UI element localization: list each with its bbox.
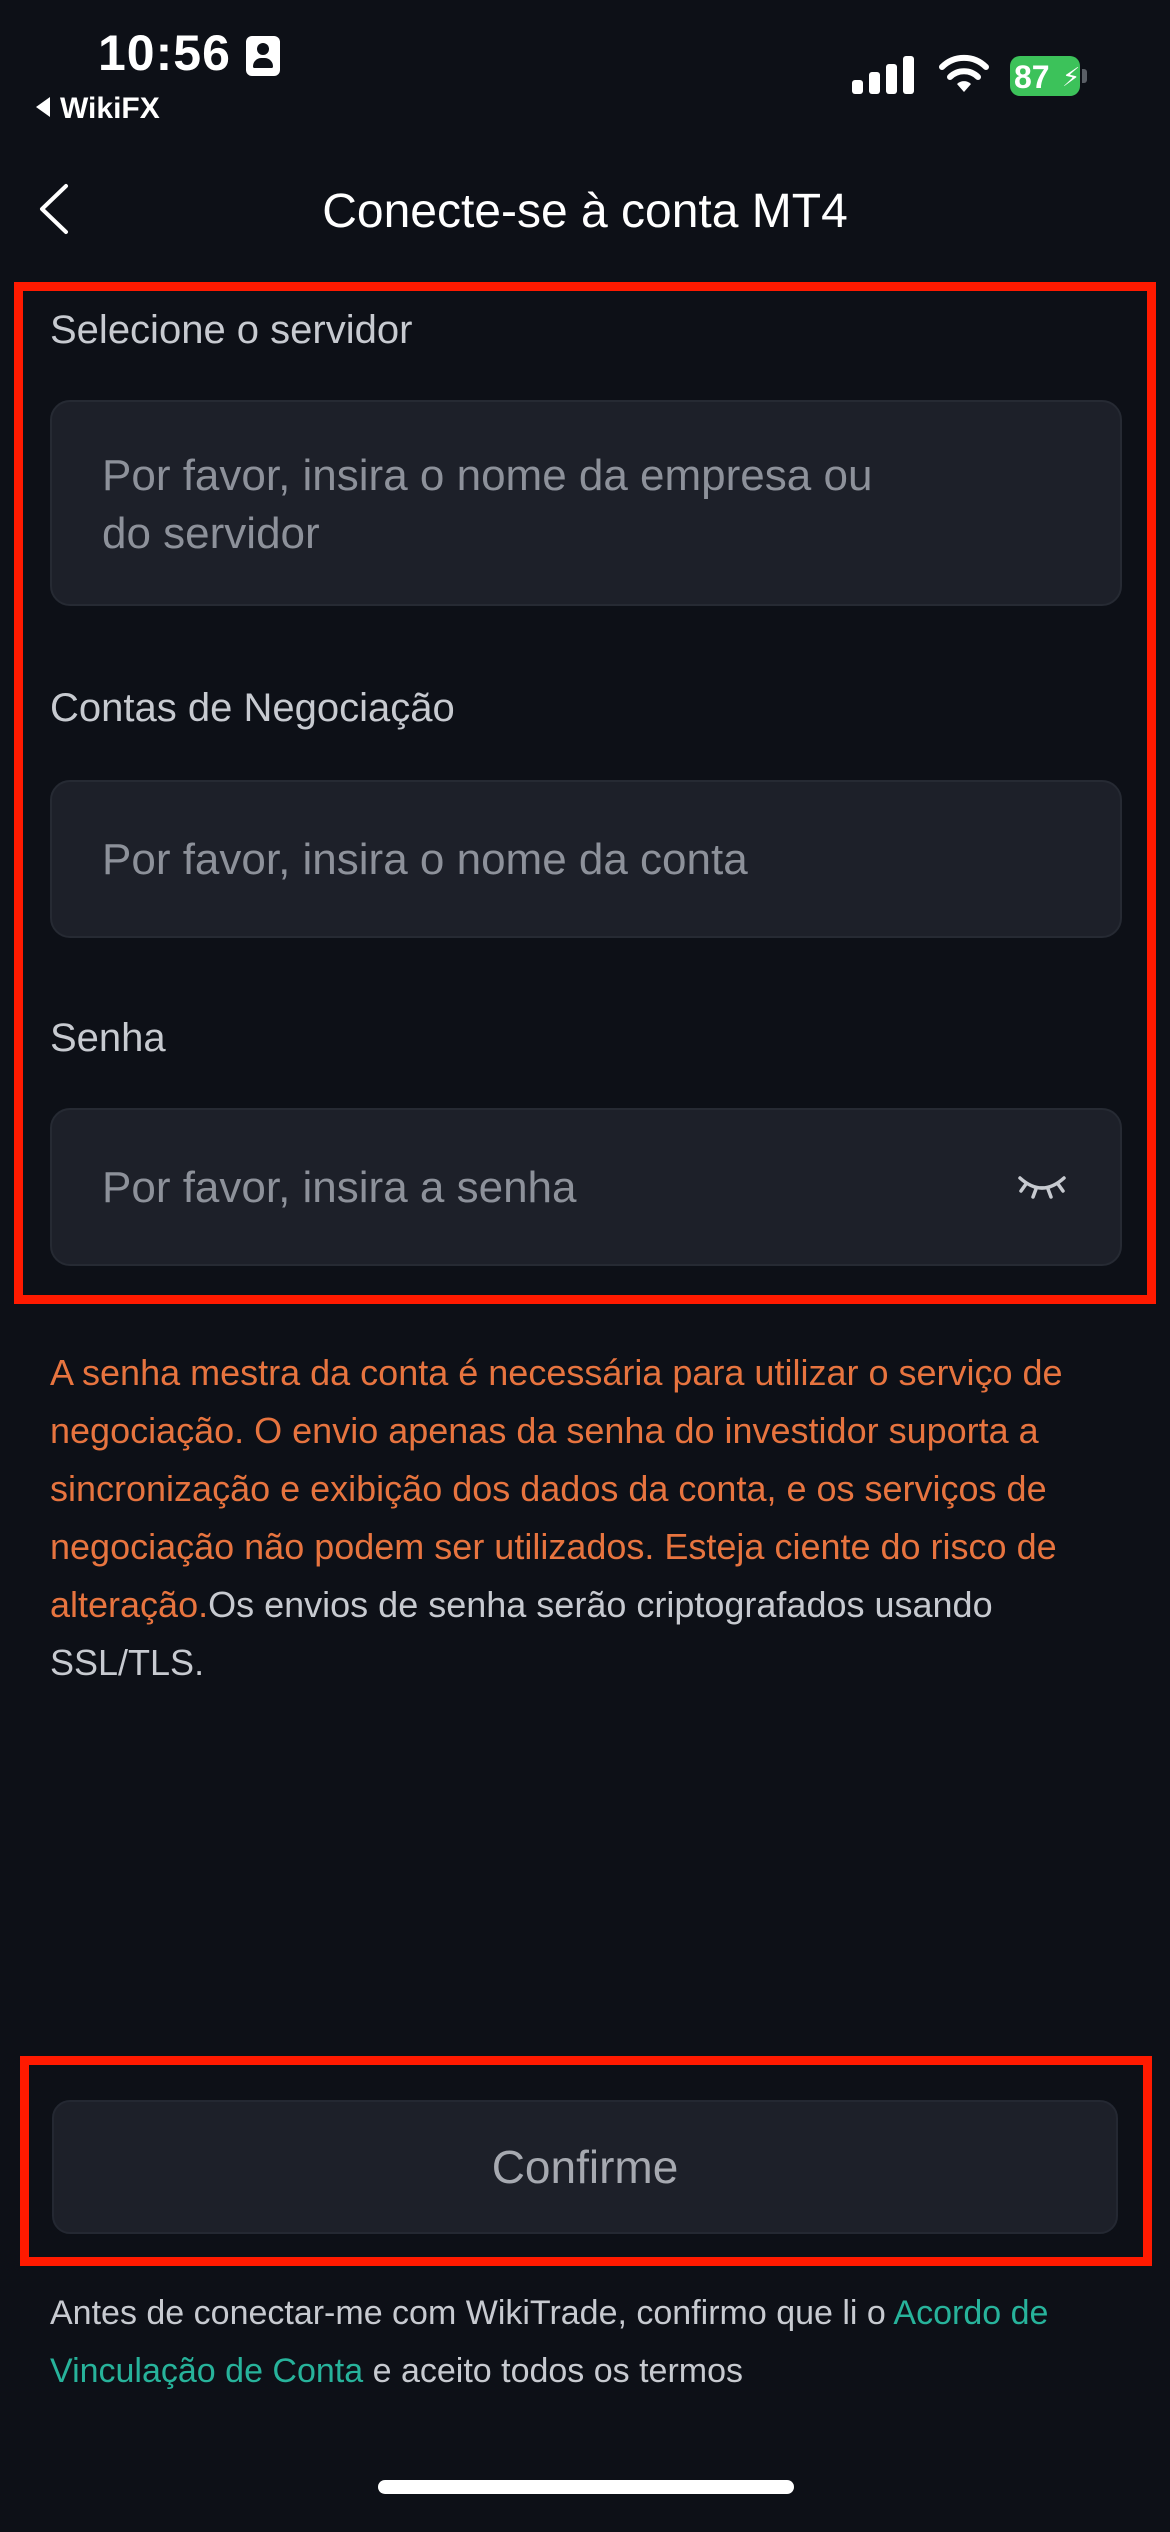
server-label: Selecione o servidor [50, 308, 413, 352]
password-input[interactable]: Por favor, insira a senha [50, 1108, 1122, 1266]
server-input[interactable]: Por favor, insira o nome da empresa ou d… [50, 400, 1122, 606]
home-indicator[interactable] [378, 2480, 794, 2494]
password-placeholder: Por favor, insira a senha [102, 1163, 577, 1212]
nav-header: Conecte-se à conta MT4 [0, 160, 1170, 260]
server-placeholder-line1: Por favor, insira o nome da empresa ou [102, 451, 873, 500]
cellular-signal-icon [852, 56, 914, 94]
account-label: Contas de Negociação [50, 686, 455, 730]
wifi-icon [939, 54, 989, 92]
battery-percent: 87 [1014, 59, 1050, 95]
page-title: Conecte-se à conta MT4 [322, 185, 848, 238]
account-placeholder: Por favor, insira o nome da conta [102, 835, 748, 884]
server-placeholder-line2: do servidor [102, 509, 320, 558]
confirm-button[interactable]: Confirme [52, 2100, 1118, 2234]
password-notice: A senha mestra da conta é necessária par… [50, 1344, 1130, 1692]
status-time: 10:56 [98, 25, 231, 81]
account-input[interactable]: Por favor, insira o nome da conta [50, 780, 1122, 938]
agreement-suffix: e aceito todos os termos [363, 2352, 744, 2390]
agreement-text: Antes de conectar-me com WikiTrade, conf… [50, 2284, 1140, 2400]
status-bar: 10:56 WikiFX 87 ⚡ [0, 0, 1170, 140]
back-app-label: WikiFX [60, 92, 160, 125]
back-to-app-link[interactable]: WikiFX [36, 92, 160, 126]
battery-charging-icon: 87 ⚡ [1010, 56, 1087, 96]
contact-card-icon [246, 36, 280, 76]
agreement-prefix: Antes de conectar-me com WikiTrade, conf… [50, 2294, 894, 2332]
eye-closed-icon[interactable] [1016, 1168, 1068, 1204]
back-triangle-icon [36, 97, 50, 117]
password-label: Senha [50, 1016, 166, 1060]
